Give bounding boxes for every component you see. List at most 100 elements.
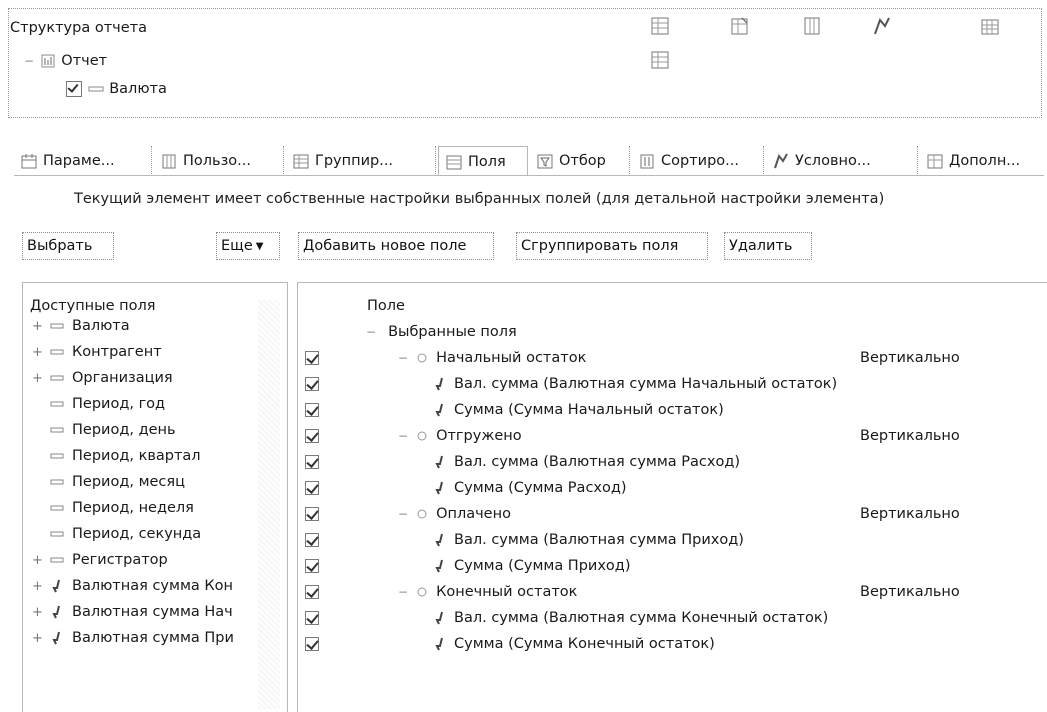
field-checkbox[interactable] <box>305 611 319 625</box>
fields-icon <box>446 155 462 169</box>
collapse-icon[interactable]: − <box>24 54 34 68</box>
placement-value[interactable]: Вертикально <box>860 579 960 605</box>
expand-icon[interactable]: + <box>32 605 44 620</box>
more-button[interactable]: Еще ▼ <box>216 232 280 260</box>
field-checkbox[interactable] <box>305 455 319 469</box>
field-checkbox[interactable] <box>305 507 319 521</box>
checkbox-icon[interactable] <box>66 81 82 97</box>
expand-icon[interactable]: + <box>32 371 44 386</box>
tab-user-fields[interactable]: Пользо... <box>154 146 284 176</box>
field-row[interactable]: Вал. сумма (Валютная сумма Приход) <box>434 527 744 553</box>
conditional-format-icon[interactable] <box>872 16 892 36</box>
available-field-item[interactable]: Период, неделя <box>22 495 282 521</box>
info-text: Текущий элемент имеет собственные настро… <box>74 191 885 207</box>
field-row[interactable]: Сумма (Сумма Приход) <box>434 553 630 579</box>
resource-icon <box>435 455 443 469</box>
placement-value[interactable]: Вертикально <box>860 423 960 449</box>
field-label: Вал. сумма (Валютная сумма Расход) <box>454 454 741 470</box>
placement-value[interactable]: Вертикально <box>860 345 960 371</box>
field-group-row[interactable]: − Отгружено <box>398 423 522 449</box>
tree-item-label: Отчет <box>61 53 108 69</box>
select-button[interactable]: Выбрать <box>22 232 114 260</box>
expand-icon[interactable]: + <box>32 579 44 594</box>
collapse-icon[interactable]: − <box>398 429 408 443</box>
expand-icon[interactable]: + <box>32 345 44 360</box>
field-row[interactable]: Сумма (Сумма Начальный остаток) <box>434 397 724 423</box>
available-fields-header: Доступные поля <box>30 298 156 314</box>
tree-root-selected-fields[interactable]: − Выбранные поля <box>366 319 517 345</box>
field-checkbox[interactable] <box>305 481 319 495</box>
tree-item-report[interactable]: − Отчет <box>24 52 107 70</box>
available-field-item[interactable]: + Контрагент <box>22 339 282 365</box>
available-field-item[interactable]: + Регистратор <box>22 547 282 573</box>
field-row[interactable]: Сумма (Сумма Расход) <box>434 475 627 501</box>
table-icon[interactable] <box>650 50 670 70</box>
field-row[interactable]: Вал. сумма (Валютная сумма Расход) <box>434 449 740 475</box>
field-label: Оплачено <box>436 506 511 522</box>
field-row[interactable]: Вал. сумма (Валютная сумма Начальный ост… <box>434 371 837 397</box>
collapse-icon[interactable]: − <box>398 351 408 365</box>
available-field-label: Период, день <box>72 422 176 438</box>
available-field-item[interactable]: Период, день <box>22 417 282 443</box>
field-checkbox[interactable] <box>305 559 319 573</box>
edit-table-icon[interactable] <box>730 16 750 36</box>
group-icon <box>417 509 427 519</box>
available-field-item[interactable]: Период, год <box>22 391 282 417</box>
field-group-row[interactable]: − Начальный остаток <box>398 345 586 371</box>
field-checkbox[interactable] <box>305 403 319 417</box>
tab-conditional-format[interactable]: Условно... <box>766 146 918 176</box>
expand-icon[interactable]: + <box>32 631 44 646</box>
resource-icon <box>435 559 443 573</box>
tab-sorting[interactable]: Сортиро... <box>632 146 764 176</box>
available-field-label: Период, год <box>72 396 166 412</box>
field-group-row[interactable]: − Конечный остаток <box>398 579 577 605</box>
field-row[interactable]: Вал. сумма (Валютная сумма Конечный оста… <box>434 605 828 631</box>
available-field-item[interactable]: Период, квартал <box>22 443 282 469</box>
grouping-icon <box>88 86 104 92</box>
field-checkbox[interactable] <box>305 377 319 391</box>
tree-item-currency[interactable]: Валюта <box>66 80 167 98</box>
available-field-label: Валютная сумма При <box>72 630 234 646</box>
add-field-button[interactable]: Добавить новое поле <box>298 232 494 260</box>
delete-button[interactable]: Удалить <box>724 232 812 260</box>
available-field-label: Валюта <box>72 318 130 334</box>
field-checkbox[interactable] <box>305 585 319 599</box>
grid-icon[interactable] <box>980 16 1000 36</box>
field-column-header: Поле <box>367 298 405 314</box>
columns-icon[interactable] <box>802 16 822 36</box>
collapse-icon[interactable]: − <box>398 585 408 599</box>
tabs-divider <box>14 175 1044 176</box>
field-label: Вал. сумма (Валютная сумма Начальный ост… <box>454 376 838 392</box>
field-checkbox[interactable] <box>305 533 319 547</box>
group-fields-button[interactable]: Сгруппировать поля <box>516 232 708 260</box>
tab-fields[interactable]: Поля <box>438 146 528 176</box>
available-field-item[interactable]: + Организация <box>22 365 282 391</box>
field-checkbox[interactable] <box>305 429 319 443</box>
field-group-row[interactable]: − Оплачено <box>398 501 511 527</box>
placement-value[interactable]: Вертикально <box>860 501 960 527</box>
collapse-icon[interactable]: − <box>398 507 408 521</box>
available-field-item[interactable]: Период, секунда <box>22 521 282 547</box>
field-label: Сумма (Сумма Расход) <box>454 480 627 496</box>
available-field-item[interactable]: + Валютная сумма При <box>22 625 282 651</box>
field-row[interactable]: Сумма (Сумма Конечный остаток) <box>434 631 715 657</box>
field-checkbox[interactable] <box>305 637 319 651</box>
tab-additional[interactable]: Дополн... <box>920 146 1044 176</box>
expand-icon[interactable]: + <box>32 319 44 334</box>
tab-parameters[interactable]: Параме... <box>14 146 152 176</box>
user-fields-icon <box>162 154 176 169</box>
field-label: Сумма (Сумма Начальный остаток) <box>454 402 724 418</box>
available-field-item[interactable]: + Валютная сумма Нач <box>22 599 282 625</box>
available-field-item[interactable]: + Валюта <box>22 313 282 339</box>
available-field-item[interactable]: + Валютная сумма Кон <box>22 573 282 599</box>
table-icon[interactable] <box>650 16 670 36</box>
collapse-icon[interactable]: − <box>366 325 376 339</box>
tab-grouping[interactable]: Группир... <box>286 146 436 176</box>
tab-filter[interactable]: Отбор <box>530 146 630 176</box>
conditional-format-icon <box>774 153 788 169</box>
field-checkbox[interactable] <box>305 351 319 365</box>
dropdown-arrow-icon: ▼ <box>255 240 264 252</box>
available-field-item[interactable]: Период, месяц <box>22 469 282 495</box>
expand-icon[interactable]: + <box>32 553 44 568</box>
tree-item-label: Валюта <box>109 81 167 97</box>
